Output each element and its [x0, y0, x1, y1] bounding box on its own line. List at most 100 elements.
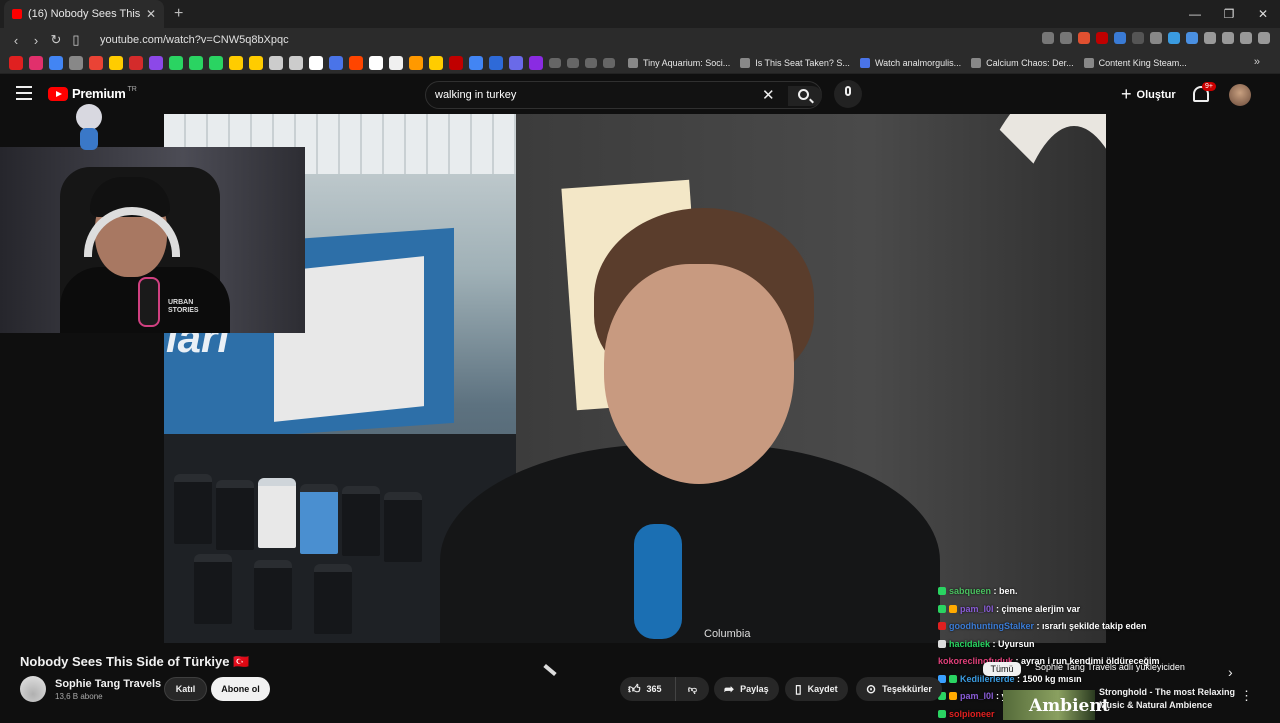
extension-blue-icon[interactable] — [1114, 32, 1126, 44]
youtube-header: Premium TR walking in turkey ✕ + Oluştur… — [0, 76, 1280, 114]
tab-title: (16) Nobody Sees This Side of Tü — [28, 8, 140, 20]
screenshot-icon[interactable] — [1150, 32, 1162, 44]
bookmark-favicon-icon[interactable] — [149, 56, 163, 70]
user-avatar[interactable] — [1229, 84, 1251, 106]
subscribe-button[interactable]: Abone ol — [211, 677, 270, 701]
menu-icon[interactable] — [1258, 32, 1270, 44]
tab-close-icon[interactable]: ✕ — [146, 7, 156, 21]
save-button[interactable]: ▯Kaydet — [785, 677, 848, 701]
chat-message: sabqueen : ben. — [938, 583, 1168, 601]
bookmark-favicon-icon[interactable] — [489, 56, 503, 70]
minimize-button[interactable]: — — [1178, 0, 1212, 28]
bookmark-favicon-icon[interactable] — [309, 56, 323, 70]
channel-name[interactable]: Sophie Tang Travels — [55, 678, 161, 690]
chat-username: sabqueen — [949, 586, 991, 596]
thumbs-down-icon: 👎︎ — [688, 684, 697, 694]
folder-icon[interactable] — [603, 58, 615, 68]
bookmark-favicon-icon[interactable] — [29, 56, 43, 70]
bookmark-favicon-icon[interactable] — [189, 56, 203, 70]
extension-red-icon[interactable] — [1096, 32, 1108, 44]
bookmark-calcium-chaos[interactable]: Calcium Chaos: Der... — [971, 58, 1074, 68]
share-icon[interactable] — [1060, 32, 1072, 44]
browser-tabbar: (16) Nobody Sees This Side of Tü ✕ + — ❐… — [0, 0, 1280, 28]
forward-icon[interactable]: › — [26, 33, 46, 48]
recommendation-title[interactable]: Stronghold - The most Relaxing Music & N… — [1099, 686, 1249, 712]
bookmark-favicon-icon[interactable] — [9, 56, 23, 70]
share-button[interactable]: ➦Paylaş — [714, 677, 779, 701]
bookmark-favicon-icon[interactable] — [529, 56, 543, 70]
chat-text: : Uyursun — [990, 639, 1035, 649]
search-input[interactable]: walking in turkey — [435, 89, 516, 101]
bookmark-favicon-icon[interactable] — [69, 56, 83, 70]
join-button[interactable]: Katıl — [164, 677, 207, 701]
extensions-puzzle-icon[interactable] — [1204, 32, 1216, 44]
bookmark-favicon-icon[interactable] — [509, 56, 523, 70]
sidebar-icon[interactable] — [1222, 32, 1234, 44]
clear-search-icon[interactable]: ✕ — [762, 86, 775, 104]
brave-shield-icon[interactable] — [1078, 32, 1090, 44]
thanks-button[interactable]: ⊙Teşekkürler — [856, 677, 942, 701]
bookmark-favicon-icon[interactable] — [329, 56, 343, 70]
bookmark-favicon-icon[interactable] — [349, 56, 363, 70]
bookmark-favicon-icon[interactable] — [49, 56, 63, 70]
bookmark-favicon-icon[interactable] — [429, 56, 443, 70]
more-bookmarks-icon[interactable]: » — [1254, 56, 1260, 68]
dislike-button[interactable]: 👎︎ — [676, 684, 709, 695]
close-window-button[interactable]: ✕ — [1246, 0, 1280, 28]
search-button[interactable] — [788, 86, 822, 106]
voice-search-button[interactable] — [834, 80, 862, 108]
chips-next-icon[interactable]: › — [1228, 664, 1233, 680]
back-icon[interactable]: ‹ — [6, 33, 26, 48]
bookmark-favicon-icon[interactable] — [229, 56, 243, 70]
extension-globe-icon[interactable] — [1168, 32, 1180, 44]
folder-icon[interactable] — [585, 58, 597, 68]
reload-icon[interactable]: ↻ — [46, 32, 66, 48]
bookmark-label: Tiny Aquarium: Soci... — [643, 58, 730, 68]
bookmark-favicon-icon[interactable] — [289, 56, 303, 70]
bookmark-icon[interactable]: ▯ — [66, 32, 86, 48]
bookmark-favicon-icon[interactable] — [369, 56, 383, 70]
bookmark-content-king[interactable]: Content King Steam... — [1084, 58, 1187, 68]
restore-button[interactable]: ❐ — [1212, 0, 1246, 28]
character-sticker — [72, 104, 106, 160]
bookmark-favicon-icon[interactable] — [249, 56, 263, 70]
bookmark-watch[interactable]: Watch analmorgulis... — [860, 58, 961, 68]
bookmark-favicon-icon[interactable] — [169, 56, 183, 70]
install-icon[interactable] — [1042, 32, 1054, 44]
bookmark-favicon-icon[interactable] — [129, 56, 143, 70]
folder-icon[interactable] — [549, 58, 561, 68]
new-tab-button[interactable]: + — [174, 5, 183, 23]
url-field[interactable]: youtube.com/watch?v=CNW5q8bXpqc — [100, 34, 289, 46]
chat-message: hacidalek : Uyursun — [938, 636, 1168, 654]
extension-gray-icon[interactable] — [1132, 32, 1144, 44]
bookmark-favicon-icon[interactable] — [469, 56, 483, 70]
bookmark-favicon-icon[interactable] — [109, 56, 123, 70]
like-count: 365 — [647, 684, 662, 694]
extension-windows-icon[interactable] — [1186, 32, 1198, 44]
oil-bottle — [258, 478, 296, 548]
bookmark-seat-taken[interactable]: Is This Seat Taken? S... — [740, 58, 850, 68]
more-actions-icon[interactable]: ⋮ — [1240, 688, 1253, 704]
bookmark-favicon-icon[interactable] — [209, 56, 223, 70]
video-player[interactable]: ıarı Columbia — [164, 114, 1106, 643]
media-icon[interactable] — [1240, 32, 1252, 44]
chat-text: : ısrarlı şekilde takip eden — [1034, 621, 1147, 631]
channel-avatar[interactable] — [20, 676, 46, 702]
bookmark-favicon-icon[interactable] — [89, 56, 103, 70]
browser-tab-active[interactable]: (16) Nobody Sees This Side of Tü ✕ — [4, 0, 164, 28]
chip-all[interactable]: Tümü — [983, 662, 1021, 676]
bookmark-favicon-icon[interactable] — [409, 56, 423, 70]
thanks-label: Teşekkürler — [882, 684, 932, 694]
create-button[interactable]: + Oluştur — [1121, 84, 1176, 105]
streamer-webcam: URBAN STORIES — [0, 147, 305, 333]
bookmark-favicon-icon[interactable] — [269, 56, 283, 70]
chip-uploader[interactable]: Sophie Tang Travels adlı yükleyiciden — [1035, 662, 1185, 672]
bookmark-favicon-icon[interactable] — [389, 56, 403, 70]
recommendation-thumbnail[interactable]: Ambient — [1003, 690, 1095, 720]
bookmark-tiny-aquarium[interactable]: Tiny Aquarium: Soci... — [628, 58, 730, 68]
folder-icon[interactable] — [567, 58, 579, 68]
like-button[interactable]: 👍︎365 — [620, 677, 676, 701]
bookmark-favicon-icon[interactable] — [449, 56, 463, 70]
youtube-premium-logo[interactable]: Premium TR — [48, 86, 137, 101]
menu-hamburger-icon[interactable] — [16, 86, 32, 100]
